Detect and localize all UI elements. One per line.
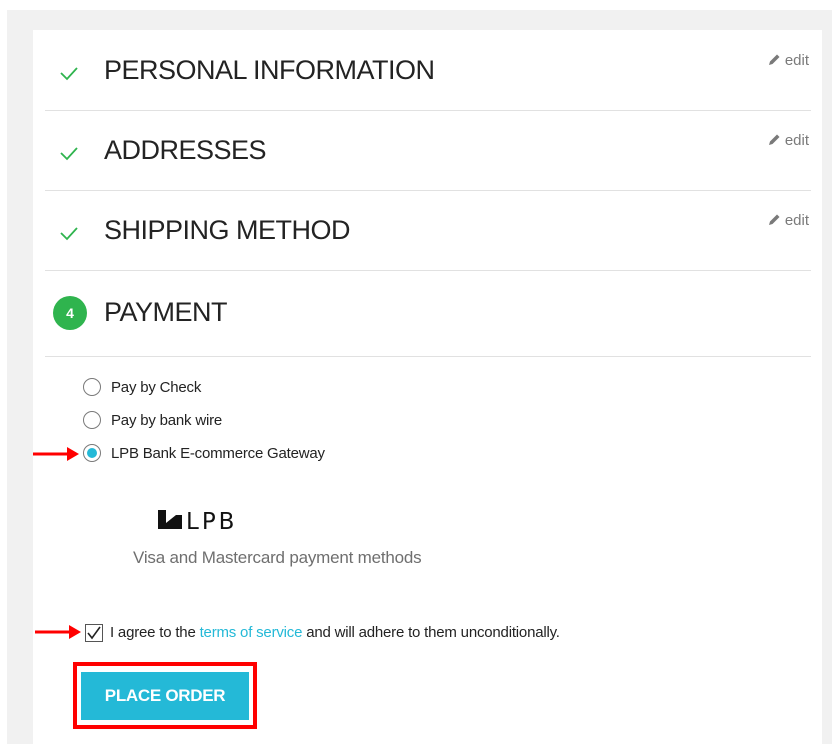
radio-button-selected[interactable] [83,444,101,462]
radio-button[interactable] [83,378,101,396]
arrow-right-icon [35,625,81,639]
pencil-icon [768,54,780,65]
edit-label: edit [784,132,809,149]
pencil-icon [768,214,780,225]
edit-link[interactable]: edit [768,52,809,69]
check-icon [60,67,78,81]
place-order-button[interactable]: PLACE ORDER [81,672,249,720]
step-title: PERSONAL INFORMATION [104,55,435,85]
edit-label: edit [784,212,809,229]
payment-option-label: Pay by Check [111,379,202,396]
checkout-panel: PERSONAL INFORMATION edit ADDRESSES edit… [33,30,822,744]
radio-button[interactable] [83,411,101,429]
terms-prefix: I agree to the [110,624,196,641]
payment-methods-description: Visa and Mastercard payment methods [133,548,422,567]
lpb-logo: LPB [158,509,237,534]
edit-link[interactable]: edit [768,212,809,229]
step-shipping-method[interactable]: SHIPPING METHOD edit [45,190,811,271]
step-number-badge: 4 [53,296,87,330]
check-icon [60,227,78,241]
arrow-right-icon [33,447,79,461]
terms-checkbox[interactable] [85,624,103,642]
terms-suffix: and will adhere to them unconditionally. [306,624,560,641]
edit-link[interactable]: edit [768,132,809,149]
edit-label: edit [784,52,809,69]
step-title: ADDRESSES [104,135,267,165]
terms-of-service-link[interactable]: terms of service [200,624,303,641]
check-icon [60,147,78,161]
step-title: SHIPPING METHOD [104,215,351,245]
pencil-icon [768,134,780,145]
step-personal-information[interactable]: PERSONAL INFORMATION edit [45,30,811,111]
payment-option-label: LPB Bank E-commerce Gateway [111,445,325,462]
step-payment: 4 PAYMENT [45,270,811,357]
payment-option-label: Pay by bank wire [111,412,223,429]
check-icon [87,626,101,640]
step-title: PAYMENT [104,297,228,327]
lpb-logo-text: LPB [186,509,237,534]
step-addresses[interactable]: ADDRESSES edit [45,110,811,191]
